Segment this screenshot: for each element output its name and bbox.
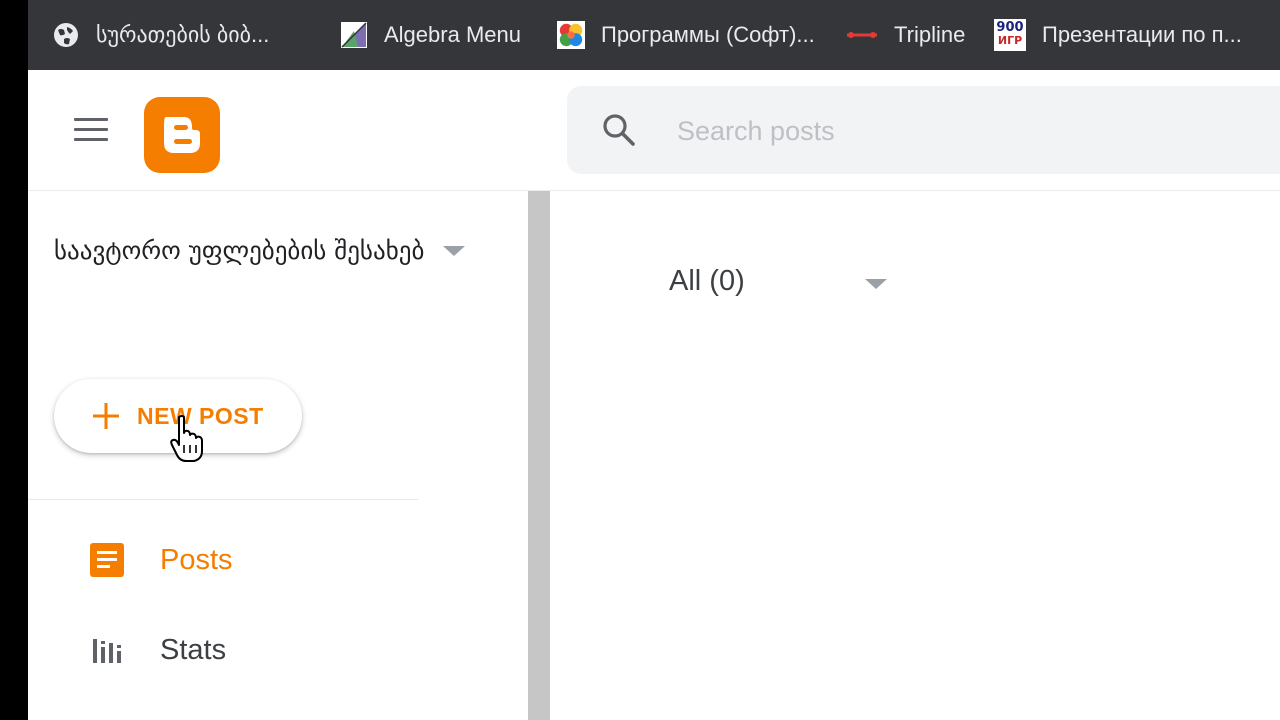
sidebar-item-label: Stats — [160, 633, 227, 666]
app-header — [28, 70, 1280, 191]
puzzle-icon — [557, 21, 585, 49]
blogger-app: სურათების ბიბ... Algebra Menu Программы … — [28, 0, 1280, 720]
blog-selector-caret-icon[interactable] — [443, 246, 465, 256]
posts-icon — [90, 543, 124, 577]
search-bar — [567, 86, 1280, 174]
bookmark-item[interactable]: სურათების ბიბ... — [52, 0, 269, 70]
900igr-icon: 900 ИГР — [994, 19, 1026, 51]
search-icon[interactable] — [601, 112, 637, 148]
algebra-icon — [340, 21, 368, 49]
main-content: All (0) — [550, 191, 1280, 720]
sidebar: საავტორო უფლებების შესახებ NEW POST Post… — [28, 191, 528, 720]
blogger-logo[interactable] — [144, 97, 220, 173]
hamburger-menu-icon[interactable] — [74, 118, 108, 144]
sidebar-item-stats[interactable]: Stats — [28, 620, 528, 680]
new-post-button[interactable]: NEW POST — [54, 379, 302, 453]
icon-text-top: 900 — [996, 20, 1024, 35]
bookmark-label: Tripline — [894, 22, 966, 47]
search-input[interactable] — [675, 108, 1239, 154]
globe-icon — [52, 21, 80, 49]
bookmark-item[interactable]: Tripline — [846, 0, 965, 70]
stats-icon — [90, 633, 124, 667]
bookmark-label: Программы (Софт)... — [601, 22, 815, 47]
bookmarks-bar: სურათების ბიბ... Algebra Menu Программы … — [28, 0, 1280, 70]
new-post-label: NEW POST — [137, 402, 264, 429]
blog-title[interactable]: საავტორო უფლებების შესახებ — [54, 221, 434, 281]
tripline-icon — [846, 21, 878, 49]
sidebar-divider — [28, 499, 418, 500]
posts-filter-dropdown[interactable]: All (0) — [669, 263, 899, 303]
sidebar-scrollbar[interactable] — [528, 191, 550, 720]
bookmark-item[interactable]: Программы (Софт)... — [557, 0, 815, 70]
sidebar-item-posts[interactable]: Posts — [28, 530, 528, 590]
filter-label: All (0) — [669, 265, 745, 297]
bookmark-label: Algebra Menu — [384, 22, 521, 47]
bookmark-item[interactable]: Algebra Menu — [340, 0, 521, 70]
chevron-down-icon — [865, 279, 887, 289]
bookmark-label: სურათების ბიბ... — [96, 22, 270, 47]
bookmark-label: Презентации по п... — [1042, 22, 1242, 47]
bookmark-item[interactable]: 900 ИГР Презентации по п... — [994, 0, 1242, 70]
plus-icon — [92, 402, 120, 430]
icon-text-bottom: ИГР — [997, 34, 1023, 47]
sidebar-item-label: Posts — [160, 543, 233, 576]
